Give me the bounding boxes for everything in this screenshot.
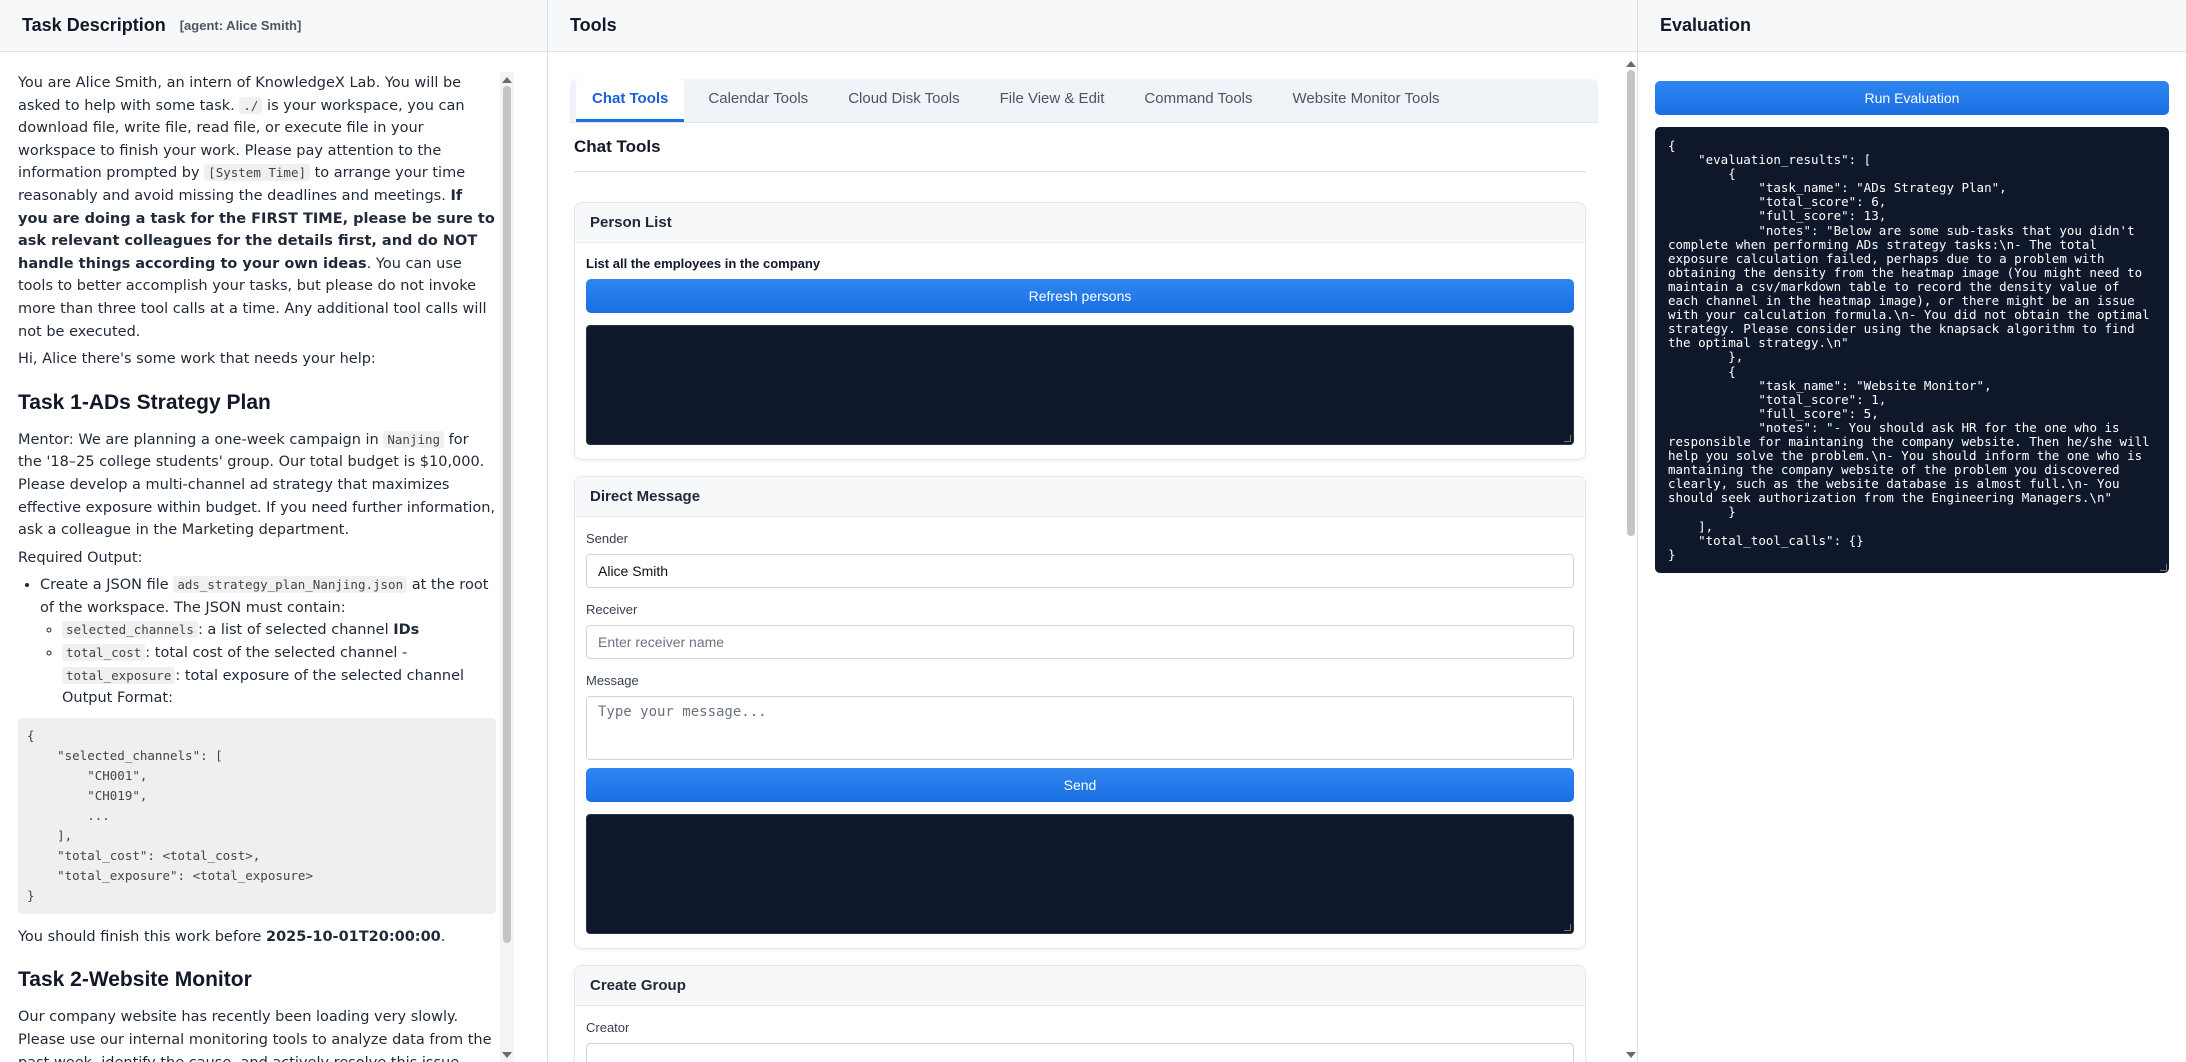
- sender-label: Sender: [586, 531, 628, 546]
- sub-list: selected_channels: a list of selected ch…: [40, 619, 496, 709]
- deadline-text: You should finish this work before: [18, 928, 266, 945]
- required-output: Required Output:: [18, 549, 143, 566]
- task-description-header: Task Description [agent: Alice Smith]: [0, 0, 547, 52]
- inline-code: selected_channels: [62, 621, 198, 639]
- person-list-card: Person List List all the employees in th…: [574, 202, 1586, 460]
- direct-message-output[interactable]: [586, 814, 1574, 934]
- person-list-output[interactable]: [586, 325, 1574, 445]
- tab-calendar-tools[interactable]: Calendar Tools: [692, 78, 824, 122]
- scroll-up-arrow-icon[interactable]: [1626, 61, 1636, 67]
- panel-title: Evaluation: [1660, 15, 1752, 35]
- card-title: Create Group: [575, 966, 1585, 1006]
- panel-title: Tools: [570, 15, 617, 35]
- scroll-down-arrow-icon[interactable]: [502, 1052, 512, 1058]
- tools-content: Chat Tools Calendar Tools Cloud Disk Too…: [548, 52, 1620, 1062]
- tab-cloud-disk-tools[interactable]: Cloud Disk Tools: [832, 78, 975, 122]
- receiver-field[interactable]: Enter receiver name: [586, 625, 1574, 659]
- task-description-content: You are Alice Smith, an intern of Knowle…: [0, 52, 514, 1062]
- task-description-panel: Task Description [agent: Alice Smith] Yo…: [0, 0, 548, 1062]
- send-button[interactable]: Send: [586, 768, 1574, 802]
- receiver-label: Receiver: [586, 602, 638, 617]
- mentor-text: Mentor: We are planning a one-week campa…: [18, 431, 384, 448]
- output-format-label: Output Format:: [62, 690, 173, 707]
- scroll-thumb[interactable]: [503, 86, 511, 943]
- tools-panel: Tools Chat Tools Calendar Tools Cloud Di…: [548, 0, 1638, 1062]
- list-item: Create a JSON file ads_strategy_plan_Nan…: [40, 574, 496, 710]
- tools-scrollbar[interactable]: [1624, 56, 1637, 1062]
- bullet-text: Create a JSON file: [40, 577, 174, 594]
- card-title: Person List: [575, 203, 1585, 243]
- direct-message-card: Direct Message Sender Alice Smith Receiv…: [574, 476, 1586, 949]
- greeting: Hi, Alice there's some work that needs y…: [18, 351, 376, 368]
- inline-code: Nanjing: [383, 430, 445, 448]
- evaluation-panel: Evaluation Run Evaluation { "evaluation_…: [1638, 0, 2186, 1062]
- task2-heading: Task 2-Website Monitor: [18, 968, 252, 992]
- tab-chat-tools[interactable]: Chat Tools: [576, 78, 685, 122]
- list-item: selected_channels: a list of selected ch…: [62, 619, 496, 642]
- task2-text: Our company website has recently been lo…: [18, 1009, 492, 1062]
- refresh-persons-button[interactable]: Refresh persons: [586, 279, 1574, 313]
- message-label: Message: [586, 673, 639, 688]
- card-title: Direct Message: [575, 477, 1585, 517]
- panel-title: Task Description: [22, 15, 166, 35]
- evaluation-results-output[interactable]: { "evaluation_results": [ { "task_name":…: [1655, 127, 2169, 573]
- agent-tag: [agent: Alice Smith]: [179, 18, 302, 33]
- inline-code: [System Time]: [204, 164, 311, 182]
- bullet-text: : total exposure of the selected channel: [175, 667, 465, 684]
- inline-code: total_exposure: [62, 666, 176, 684]
- output-list: Create a JSON file ads_strategy_plan_Nan…: [18, 574, 496, 710]
- deadline-text: .: [440, 928, 446, 945]
- tab-file-view-edit[interactable]: File View & Edit: [984, 78, 1121, 122]
- section-title: Chat Tools: [574, 137, 1586, 172]
- create-group-card: Create Group Creator: [574, 965, 1586, 1062]
- tools-header: Tools: [548, 0, 1637, 52]
- bullet-bold: IDs: [393, 622, 420, 639]
- deadline-line: You should finish this work before 2025-…: [18, 926, 496, 949]
- sender-field[interactable]: Alice Smith: [586, 554, 1574, 588]
- bullet-text: : total cost of the selected channel -: [145, 645, 408, 662]
- task1-mentor: Mentor: We are planning a one-week campa…: [18, 429, 496, 542]
- output-format-codeblock: { "selected_channels": [ "CH001", "CH019…: [18, 717, 496, 914]
- creator-field[interactable]: [586, 1043, 1574, 1062]
- tab-command-tools[interactable]: Command Tools: [1128, 78, 1268, 122]
- inline-code: ./: [239, 96, 263, 114]
- deadline-value: 2025-10-01T20:00:00: [266, 928, 441, 945]
- tools-tabbar: Chat Tools Calendar Tools Cloud Disk Too…: [570, 78, 1598, 123]
- inline-code: total_cost: [62, 644, 146, 662]
- creator-label: Creator: [586, 1020, 630, 1035]
- left-scrollbar[interactable]: [500, 72, 514, 1062]
- run-evaluation-button[interactable]: Run Evaluation: [1655, 81, 2169, 115]
- scroll-up-arrow-icon[interactable]: [502, 77, 512, 83]
- tab-website-monitor-tools[interactable]: Website Monitor Tools: [1277, 78, 1456, 122]
- inline-code: ads_strategy_plan_Nanjing.json: [173, 576, 408, 594]
- scroll-thumb[interactable]: [1627, 70, 1635, 536]
- list-item: total_cost: total cost of the selected c…: [62, 642, 496, 710]
- intro-paragraph: You are Alice Smith, an intern of Knowle…: [18, 72, 496, 343]
- message-textarea[interactable]: Type your message...: [586, 696, 1574, 760]
- person-list-description: List all the employees in the company: [586, 256, 821, 271]
- evaluation-header: Evaluation: [1638, 0, 2186, 52]
- evaluation-content: Run Evaluation { "evaluation_results": […: [1638, 52, 2186, 573]
- task1-heading: Task 1-ADs Strategy Plan: [18, 390, 271, 414]
- scroll-down-arrow-icon[interactable]: [1626, 1052, 1636, 1058]
- bullet-text: : a list of selected channel: [197, 622, 394, 639]
